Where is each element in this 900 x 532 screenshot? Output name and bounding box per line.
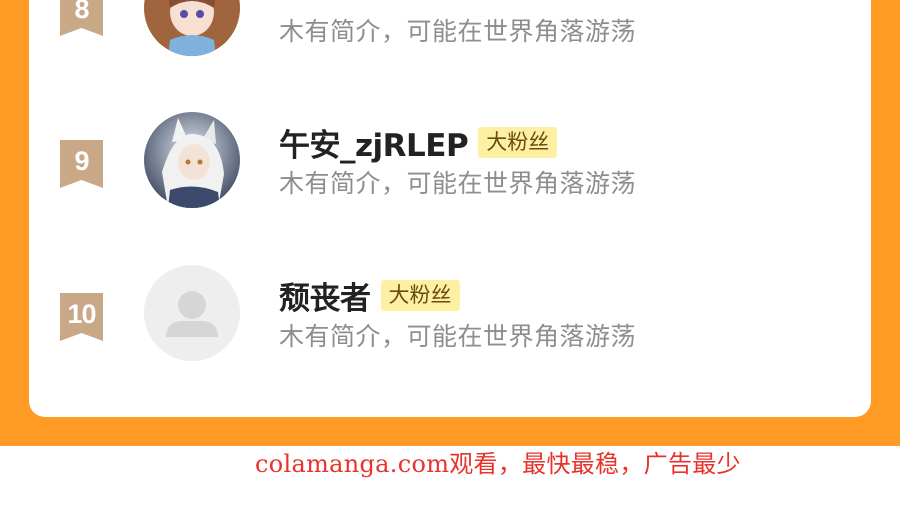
user-avatar[interactable]	[144, 112, 240, 208]
rank-number: 9	[74, 146, 89, 176]
user-avatar[interactable]	[144, 265, 240, 361]
ranking-row-8[interactable]: 8 木有简介，可能在世界角落游荡	[29, 0, 871, 60]
default-user-icon	[144, 265, 240, 361]
ranking-row-9[interactable]: 9 午安_zjRLEP 大粉丝 木有简介，可能在世界角落游荡	[29, 112, 871, 212]
rank-badge: 10	[60, 293, 103, 341]
site-ad-text[interactable]: colamanga.com观看，最快最稳，广告最少	[255, 444, 741, 479]
user-avatar[interactable]	[144, 0, 240, 56]
fan-level-badge: 大粉丝	[380, 279, 460, 311]
user-intro: 木有简介，可能在世界角落游荡	[279, 17, 637, 46]
user-name[interactable]: 午安_zjRLEP	[279, 120, 469, 165]
name-line: 颓丧者 大粉丝	[279, 273, 460, 318]
rank-number: 10	[67, 299, 96, 329]
rank-badge: 8	[60, 0, 103, 36]
user-name[interactable]: 颓丧者	[279, 273, 371, 318]
user-intro: 木有简介，可能在世界角落游荡	[279, 322, 637, 351]
user-intro: 木有简介，可能在世界角落游荡	[279, 169, 637, 198]
rank-badge: 9	[60, 140, 103, 188]
name-line: 午安_zjRLEP 大粉丝	[279, 120, 558, 165]
ranking-row-10[interactable]: 10 颓丧者 大粉丝 木有简介，可能在世界角落游荡	[29, 265, 871, 365]
fan-ranking-card: 8 木有简介，可能在世界角落游荡 9 午安_zjRLEP 大粉丝 木有简介，可能…	[29, 0, 871, 417]
rank-number: 8	[74, 0, 89, 24]
fan-level-badge: 大粉丝	[478, 126, 558, 158]
